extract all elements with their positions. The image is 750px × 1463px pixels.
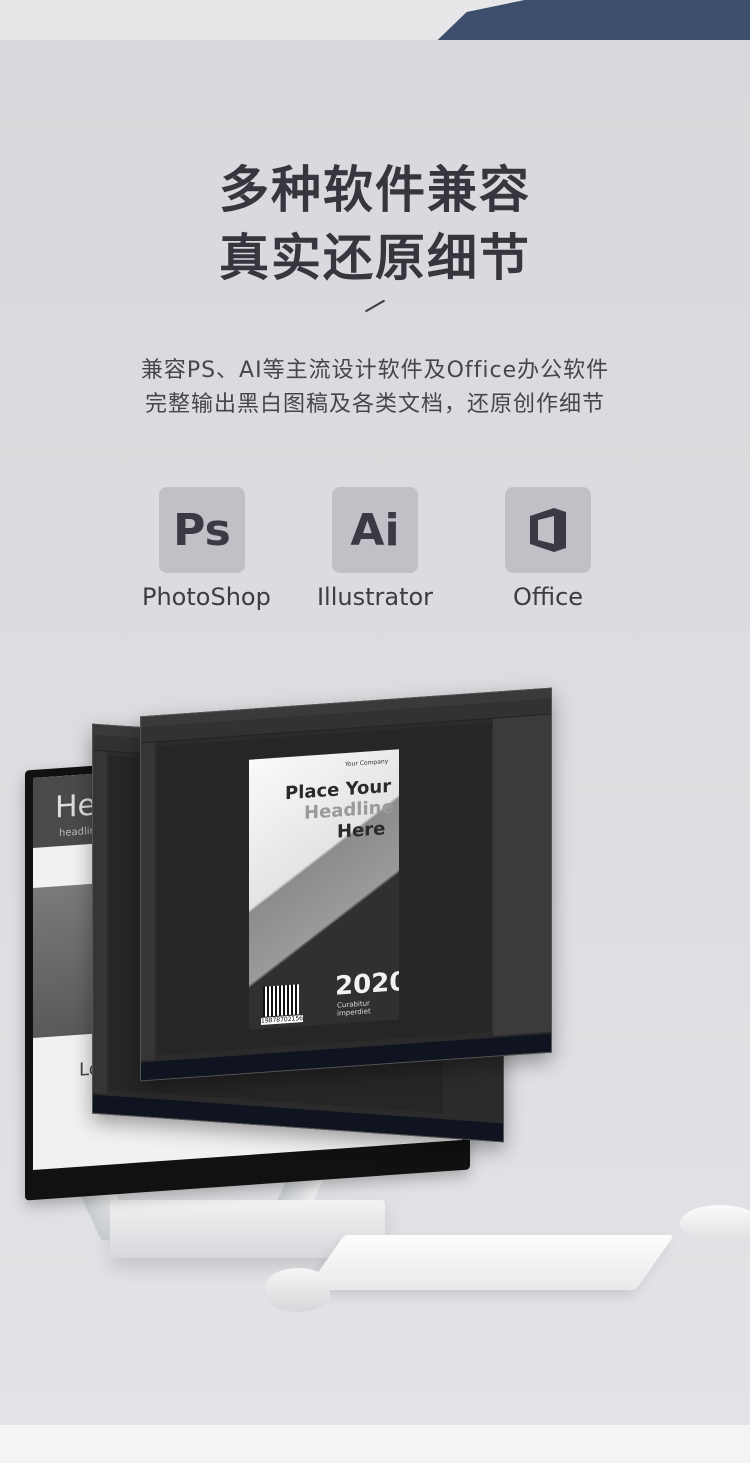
description-line-2: 完整输出黑白图稿及各类文档，还原创作细节 — [144, 392, 605, 417]
software-office: Office — [488, 487, 608, 611]
surface-dial — [266, 1268, 330, 1312]
office-icon — [505, 487, 591, 573]
mouse — [680, 1205, 750, 1241]
document-canvas: Your Company Place Your Headline Here 19… — [157, 722, 491, 1056]
poster-tagline: Curabitur imperdiet — [337, 999, 371, 1018]
poster-line-3: Here — [337, 818, 386, 843]
barcode-number: 19878702156 — [261, 1015, 303, 1025]
top-image-strip — [0, 0, 750, 40]
bottom-strip — [0, 1425, 750, 1463]
photoshop-window: Your Company Place Your Headline Here 19… — [140, 687, 552, 1082]
photoshop-icon: Ps — [159, 487, 245, 573]
poster-year: 2020 — [335, 966, 399, 1002]
software-label: PhotoShop — [142, 583, 271, 611]
desk-scene-image: Hea headline.inc Lore Your Company Place… — [0, 687, 750, 1330]
software-label: Office — [512, 583, 584, 611]
poster-company: Your Company — [345, 758, 389, 769]
poster-artwork: Your Company Place Your Headline Here 19… — [249, 749, 399, 1030]
software-label: Illustrator — [316, 583, 434, 611]
description-line-1: 兼容PS、AI等主流设计软件及Office办公软件 — [140, 358, 610, 383]
headline-line-2: 真实还原细节 — [219, 229, 531, 287]
tools-panel — [141, 742, 155, 1061]
keyboard — [305, 1235, 675, 1290]
office-logo-icon — [530, 508, 566, 552]
software-illustrator: Ai Illustrator — [315, 487, 435, 611]
fabric-photo — [437, 0, 750, 40]
barcode — [263, 984, 299, 1017]
layers-panel — [493, 714, 551, 1036]
illustrator-icon: Ai — [332, 487, 418, 573]
headline-line-1: 多种软件兼容 — [219, 161, 531, 219]
software-photoshop: Ps PhotoShop — [142, 487, 271, 611]
